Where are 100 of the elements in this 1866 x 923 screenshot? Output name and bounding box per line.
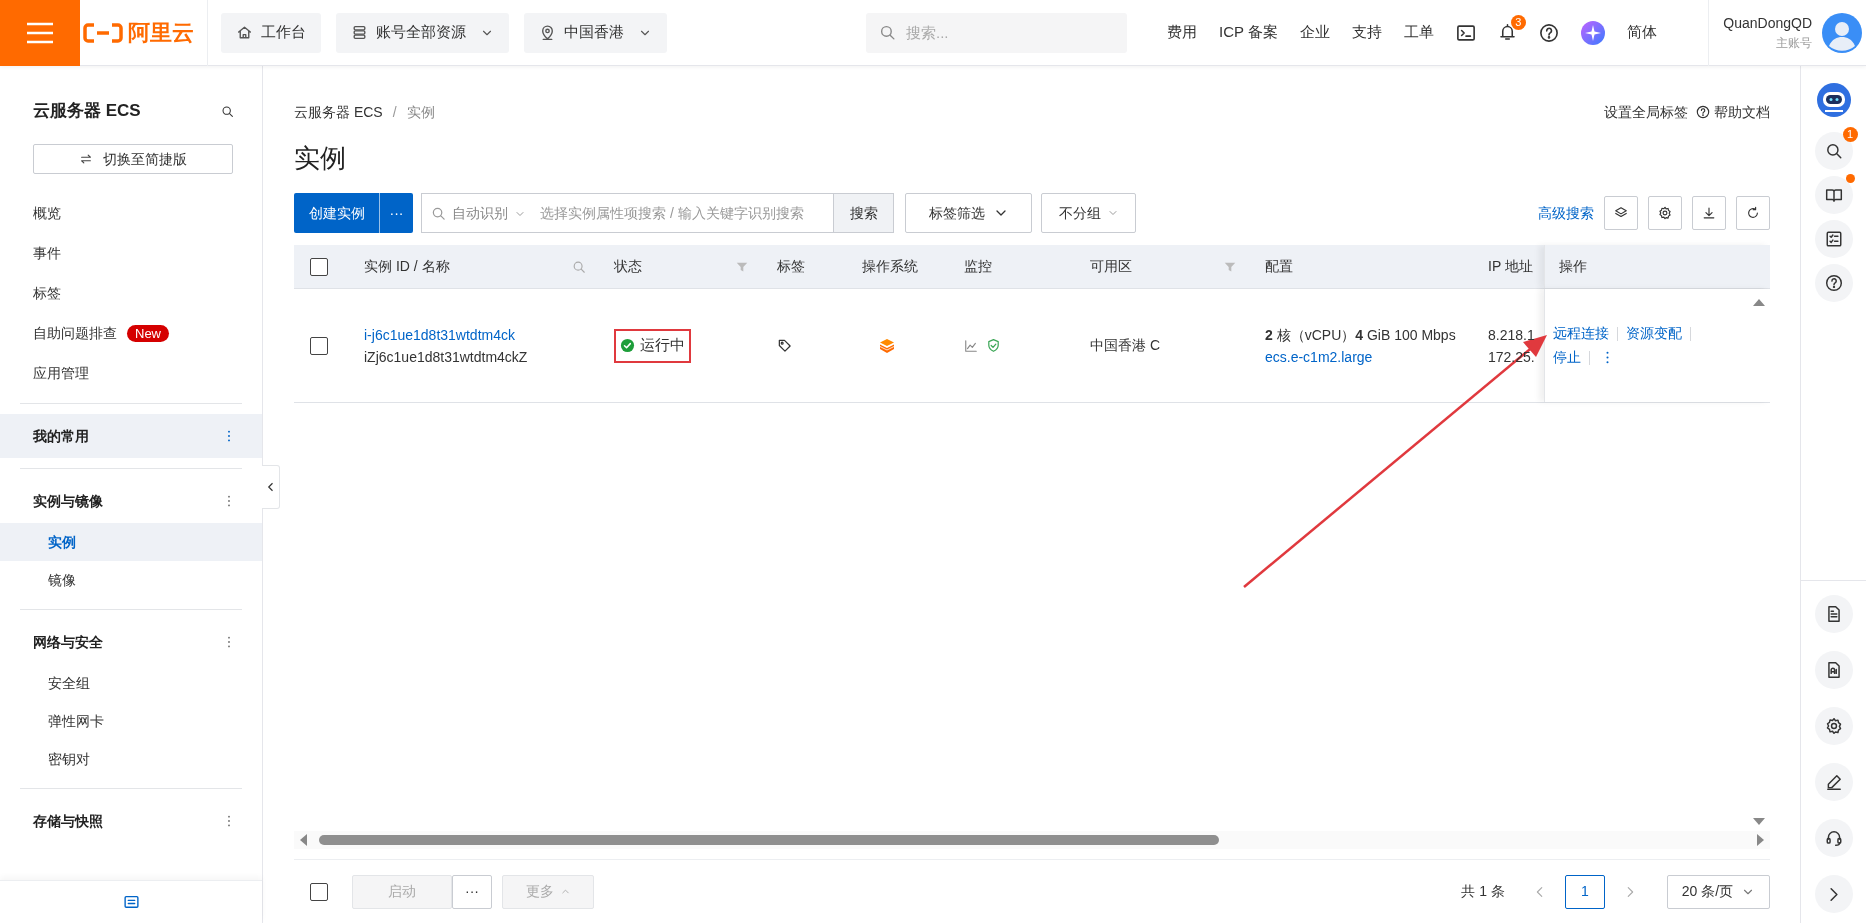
sidebar-item[interactable]: 事件 xyxy=(0,233,262,273)
chevron-right-icon xyxy=(1829,887,1838,901)
sidebar-item[interactable]: 应用管理 xyxy=(0,353,262,393)
top-link[interactable]: ICP 备案 xyxy=(1219,21,1278,44)
breadcrumb-link[interactable]: 实例 xyxy=(406,101,435,123)
column-header: 操作系统 xyxy=(862,257,918,276)
grouping-select[interactable]: 不分组 xyxy=(1041,193,1136,233)
os-icon xyxy=(878,337,896,354)
settings-icon xyxy=(1658,206,1672,220)
sidebar-item[interactable]: 安全组 xyxy=(0,664,262,702)
page-button[interactable]: 1 xyxy=(1565,874,1605,909)
search-icon xyxy=(879,23,896,41)
help-button[interactable] xyxy=(1814,264,1853,302)
download-button[interactable] xyxy=(1692,196,1726,230)
edit-button[interactable] xyxy=(1814,763,1853,801)
language-link[interactable]: 简体 xyxy=(1626,21,1657,44)
scroll-up-arrow[interactable] xyxy=(1753,299,1765,306)
search-icon[interactable] xyxy=(221,104,234,118)
search-button[interactable]: 搜索 xyxy=(834,193,894,233)
status-text: 运行中 xyxy=(640,335,685,356)
chat-icon[interactable] xyxy=(122,893,140,911)
create-instance-button[interactable]: 创建实例 xyxy=(294,193,379,233)
assistant-icon[interactable] xyxy=(1580,20,1605,45)
breadcrumb-link[interactable]: 云服务器 ECS xyxy=(294,101,383,123)
sidebar-group-header[interactable]: 网络与安全 xyxy=(0,620,262,664)
shield-icon[interactable] xyxy=(986,338,1001,353)
scrollbar-thumb[interactable] xyxy=(319,835,1219,845)
chart-icon[interactable] xyxy=(964,338,978,353)
stack-icon xyxy=(351,24,368,41)
top-link[interactable]: 企业 xyxy=(1299,21,1330,44)
sidebar-item[interactable]: 标签 xyxy=(0,273,262,313)
menu-button[interactable] xyxy=(0,0,80,66)
check-circle-icon xyxy=(620,338,635,353)
advanced-search-link[interactable]: 高级搜索 xyxy=(1538,202,1594,224)
document-button[interactable] xyxy=(1814,595,1853,633)
sidebar-item[interactable]: 实例 xyxy=(0,523,262,561)
search-scope-select[interactable]: 自动识别 xyxy=(452,203,508,224)
user-name[interactable]: QuanDongQD xyxy=(1723,12,1812,33)
tag-filter-button[interactable]: 标签筛选 xyxy=(905,193,1032,233)
top-link[interactable]: 工单 xyxy=(1403,21,1434,44)
nav-button[interactable]: 账号全部资源 xyxy=(336,12,509,53)
action-link[interactable]: 停止 xyxy=(1553,347,1581,368)
checkbox[interactable] xyxy=(310,257,328,276)
column-header: 实例 ID / 名称 xyxy=(364,257,450,276)
instance-type-link[interactable]: ecs.e-c1m2.large xyxy=(1265,345,1474,368)
location-pin-icon xyxy=(539,24,556,41)
top-link[interactable]: 支持 xyxy=(1351,21,1382,44)
top-link[interactable]: 费用 xyxy=(1167,21,1197,44)
settings-icon xyxy=(1824,717,1843,735)
nav-button[interactable]: 中国香港 xyxy=(524,12,667,53)
page-size-select[interactable]: 20 条/页 xyxy=(1667,874,1770,909)
settings-button[interactable] xyxy=(1648,196,1682,230)
refresh-button[interactable] xyxy=(1736,196,1770,230)
nav-button[interactable]: 工作台 xyxy=(221,12,321,53)
search-button[interactable] xyxy=(1814,132,1853,170)
column-header: 操作 xyxy=(1559,257,1587,276)
tag-icon[interactable] xyxy=(777,338,792,353)
book-button[interactable] xyxy=(1814,176,1853,214)
sidebar-group-header[interactable]: 实例与镜像 xyxy=(0,479,262,523)
robot-icon[interactable] xyxy=(1815,82,1852,118)
sidebar-title: 云服务器 ECS xyxy=(33,100,141,123)
settings-button[interactable] xyxy=(1814,707,1853,745)
breadcrumb-separator: / xyxy=(392,102,397,122)
sidebar-group-header[interactable]: 我的常用 xyxy=(0,414,262,458)
checklist-icon xyxy=(1824,230,1843,248)
help-icon[interactable] xyxy=(1696,105,1710,119)
swap-icon xyxy=(79,152,93,166)
checkbox[interactable] xyxy=(310,882,328,901)
sidebar-item[interactable]: 概览 xyxy=(0,193,262,233)
more-button[interactable]: ··· xyxy=(452,874,492,909)
terminal-icon[interactable] xyxy=(1455,22,1476,43)
layers-button[interactable] xyxy=(1604,196,1638,230)
global-tags-link[interactable]: 设置全局标签 xyxy=(1604,101,1688,123)
scroll-right-arrow[interactable] xyxy=(1757,834,1764,846)
headset-button[interactable] xyxy=(1814,819,1853,857)
switch-version-button[interactable]: 切换至简捷版 xyxy=(33,144,233,174)
sidebar-item[interactable]: 弹性网卡 xyxy=(0,702,262,740)
column-header: 状态 xyxy=(614,257,642,276)
checklist-button[interactable] xyxy=(1814,220,1853,258)
sidebar-item[interactable]: 自助问题排查 New xyxy=(0,313,262,353)
help-docs-link[interactable]: 帮助文档 xyxy=(1714,101,1770,123)
page-title: 实例 xyxy=(294,141,347,175)
help-icon[interactable] xyxy=(1538,22,1559,43)
api-document-button[interactable] xyxy=(1814,651,1853,689)
checkbox[interactable] xyxy=(310,336,328,355)
column-header: 可用区 xyxy=(1090,257,1132,276)
refresh-icon xyxy=(1746,206,1760,220)
scroll-left-arrow[interactable] xyxy=(300,834,307,846)
sidebar-item[interactable]: 密钥对 xyxy=(0,740,262,778)
more-button[interactable]: ··· xyxy=(379,193,413,233)
sidebar-item[interactable]: 镜像 xyxy=(0,561,262,599)
search-field[interactable]: 搜索... xyxy=(866,12,1127,53)
account-role: 主账号 xyxy=(1776,34,1812,52)
bell-icon[interactable] xyxy=(1497,23,1517,42)
action-link[interactable]: 远程连接 xyxy=(1553,323,1609,344)
logo-icon xyxy=(83,21,123,44)
instance-id-link[interactable]: i-j6c1ue1d8t31wtdtm4ck xyxy=(364,323,600,346)
sidebar-group-header[interactable]: 存储与快照 xyxy=(0,799,262,843)
action-link[interactable]: 资源变配 xyxy=(1626,323,1682,344)
avatar[interactable] xyxy=(1822,12,1862,53)
